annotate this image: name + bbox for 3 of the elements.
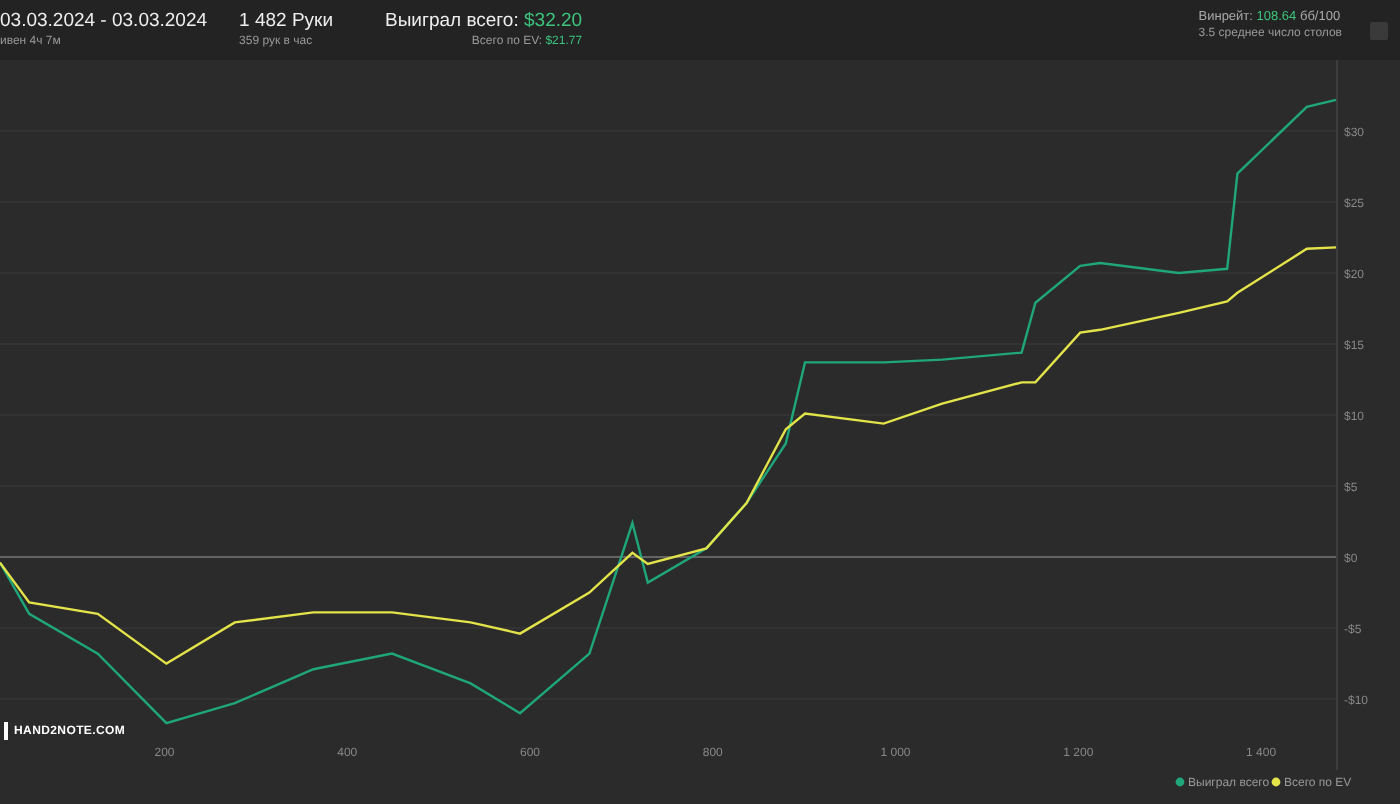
hands-count: 1 482 Руки [239,10,334,32]
date-range: 03.03.2024 - 03.03.2024 [0,10,208,32]
won-total: Выиграл всего: $32.20 [385,10,583,32]
